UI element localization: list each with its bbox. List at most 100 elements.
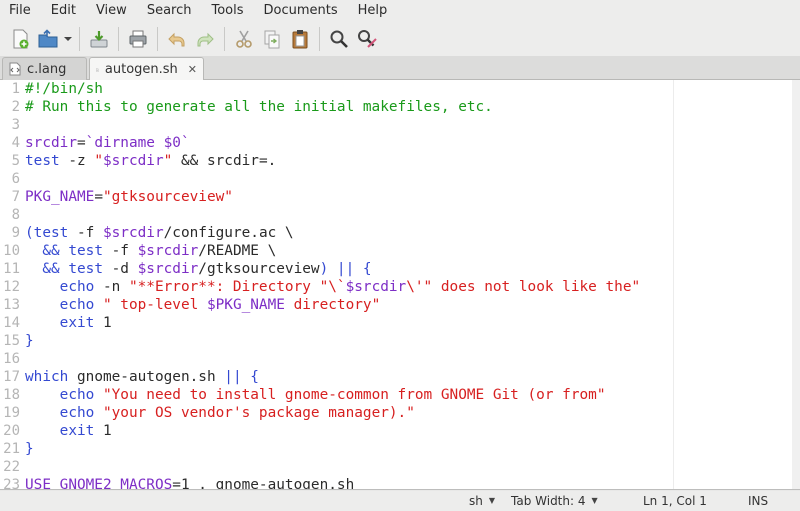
open-button[interactable] — [34, 25, 62, 53]
code-token: $0 — [163, 135, 181, 151]
code-line: 17 which gnome-autogen.sh || { — [0, 368, 800, 386]
code-token: || { — [224, 369, 259, 385]
code-line: 14 exit 1 — [0, 314, 800, 332]
toolbar-separator — [118, 27, 119, 51]
line-number: 13 — [3, 297, 20, 313]
redo-button[interactable] — [191, 25, 219, 53]
undo-icon — [168, 32, 185, 47]
code-token: test — [68, 261, 103, 277]
line-number: 5 — [11, 153, 20, 169]
tab-c-lang[interactable]: c.lang — [2, 57, 87, 80]
tab-label: c.lang — [27, 61, 67, 77]
language-selector[interactable]: sh ▼ — [469, 491, 495, 511]
menu-file[interactable]: File — [0, 0, 41, 22]
menu-help[interactable]: Help — [348, 0, 398, 22]
code-line: 18 echo "You need to install gnome-commo… — [0, 386, 800, 404]
code-token: `dirname — [85, 135, 164, 151]
menu-documents[interactable]: Documents — [254, 0, 348, 22]
menu-tools[interactable]: Tools — [201, 0, 253, 22]
open-recent-dropdown[interactable] — [62, 25, 74, 53]
line-number: 17 — [3, 369, 20, 385]
code-token: ` — [180, 135, 190, 151]
line-number: 22 — [3, 459, 20, 475]
paste-icon — [292, 30, 308, 49]
code-token: && — [25, 261, 69, 277]
new-document-button[interactable] — [6, 25, 34, 53]
code-token: echo — [59, 279, 95, 295]
code-token: echo — [59, 297, 95, 313]
code-token: "**Error**: Directory "\` — [128, 279, 346, 295]
code-token: PKG_NAME — [25, 189, 95, 205]
code-token: " — [163, 153, 173, 169]
code-line: 19 echo "your OS vendor's package manage… — [0, 404, 800, 422]
code-text: } — [25, 332, 34, 350]
code-token: $srcdir — [102, 153, 164, 169]
menu-search[interactable]: Search — [137, 0, 202, 22]
toolbar-separator — [224, 27, 225, 51]
redo-icon — [197, 32, 214, 47]
print-button[interactable] — [124, 25, 152, 53]
toolbar-separator — [157, 27, 158, 51]
tab-width-selector[interactable]: Tab Width: 4 ▼ — [511, 491, 598, 511]
print-icon — [129, 30, 147, 48]
code-text: #!/bin/sh — [25, 80, 103, 98]
code-token: test — [25, 153, 60, 169]
code-line: 6 — [0, 170, 800, 188]
code-token: " — [94, 153, 103, 169]
code-line: 9 (test -f $srcdir/configure.ac \ — [0, 224, 800, 242]
find-button[interactable] — [325, 25, 353, 53]
cut-icon — [236, 30, 252, 48]
code-token: # Run this to generate all the initial m… — [25, 99, 493, 115]
vertical-scrollbar[interactable] — [792, 80, 800, 489]
menu-view[interactable]: View — [86, 0, 137, 22]
code-text: exit 1 — [25, 422, 112, 440]
text-editor[interactable]: 1 #!/bin/sh 2 # Run this to generate all th… — [0, 80, 800, 490]
code-token: /README \ — [198, 243, 277, 259]
code-token: $srcdir — [137, 261, 199, 277]
text-file-icon — [96, 67, 99, 72]
code-text: USE_GNOME2_MACROS=1 . gnome-autogen.sh — [25, 476, 354, 489]
cursor-position: Ln 1, Col 1 — [643, 491, 707, 511]
line-number: 20 — [3, 423, 20, 439]
tab-autogen-sh[interactable]: autogen.sh ✕ — [89, 57, 204, 81]
search-icon — [330, 30, 348, 48]
code-token: directory" — [284, 297, 381, 313]
code-line: 21} — [0, 440, 800, 458]
paste-button[interactable] — [286, 25, 314, 53]
code-text: && test -d $srcdir/gtksourceview) || { — [25, 260, 371, 278]
close-tab-icon[interactable]: ✕ — [188, 63, 197, 76]
code-line: 2 # Run this to generate all the initial … — [0, 98, 800, 116]
line-number: 6 — [11, 171, 20, 187]
code-token: "gtksourceview" — [102, 189, 233, 205]
code-text: } — [25, 440, 34, 458]
cut-button[interactable] — [230, 25, 258, 53]
code-line: 13 echo " top-level $PKG_NAME directory" — [0, 296, 800, 314]
line-number: 15 — [3, 333, 20, 349]
code-token: /gtksourceview — [198, 261, 320, 277]
line-number: 7 — [11, 189, 20, 205]
undo-button[interactable] — [163, 25, 191, 53]
line-number: 10 — [3, 243, 20, 259]
new-document-icon — [13, 29, 29, 49]
code-token: $srcdir — [345, 279, 407, 295]
code-token: echo — [59, 405, 95, 421]
code-text: PKG_NAME="gtksourceview" — [25, 188, 233, 206]
find-replace-button[interactable] — [353, 25, 381, 53]
code-text: (test -f $srcdir/configure.ac \ — [25, 224, 294, 242]
code-token: gnome-autogen.sh — [68, 369, 225, 385]
code-line: 23 USE_GNOME2_MACROS=1 . gnome-autogen.sh — [0, 476, 800, 489]
code-token: && srcdir=. — [172, 153, 277, 169]
toolbar-separator — [79, 27, 80, 51]
line-number: 4 — [11, 135, 20, 151]
menu-edit[interactable]: Edit — [41, 0, 86, 22]
code-token: } — [25, 333, 34, 349]
line-number: 12 — [3, 279, 20, 295]
copy-button[interactable] — [258, 25, 286, 53]
code-token: = — [94, 189, 103, 205]
save-button[interactable] — [85, 25, 113, 53]
code-token: which — [25, 369, 69, 385]
code-token: "You need to install gnome-common from G… — [102, 387, 606, 403]
line-number: 9 — [11, 225, 20, 241]
